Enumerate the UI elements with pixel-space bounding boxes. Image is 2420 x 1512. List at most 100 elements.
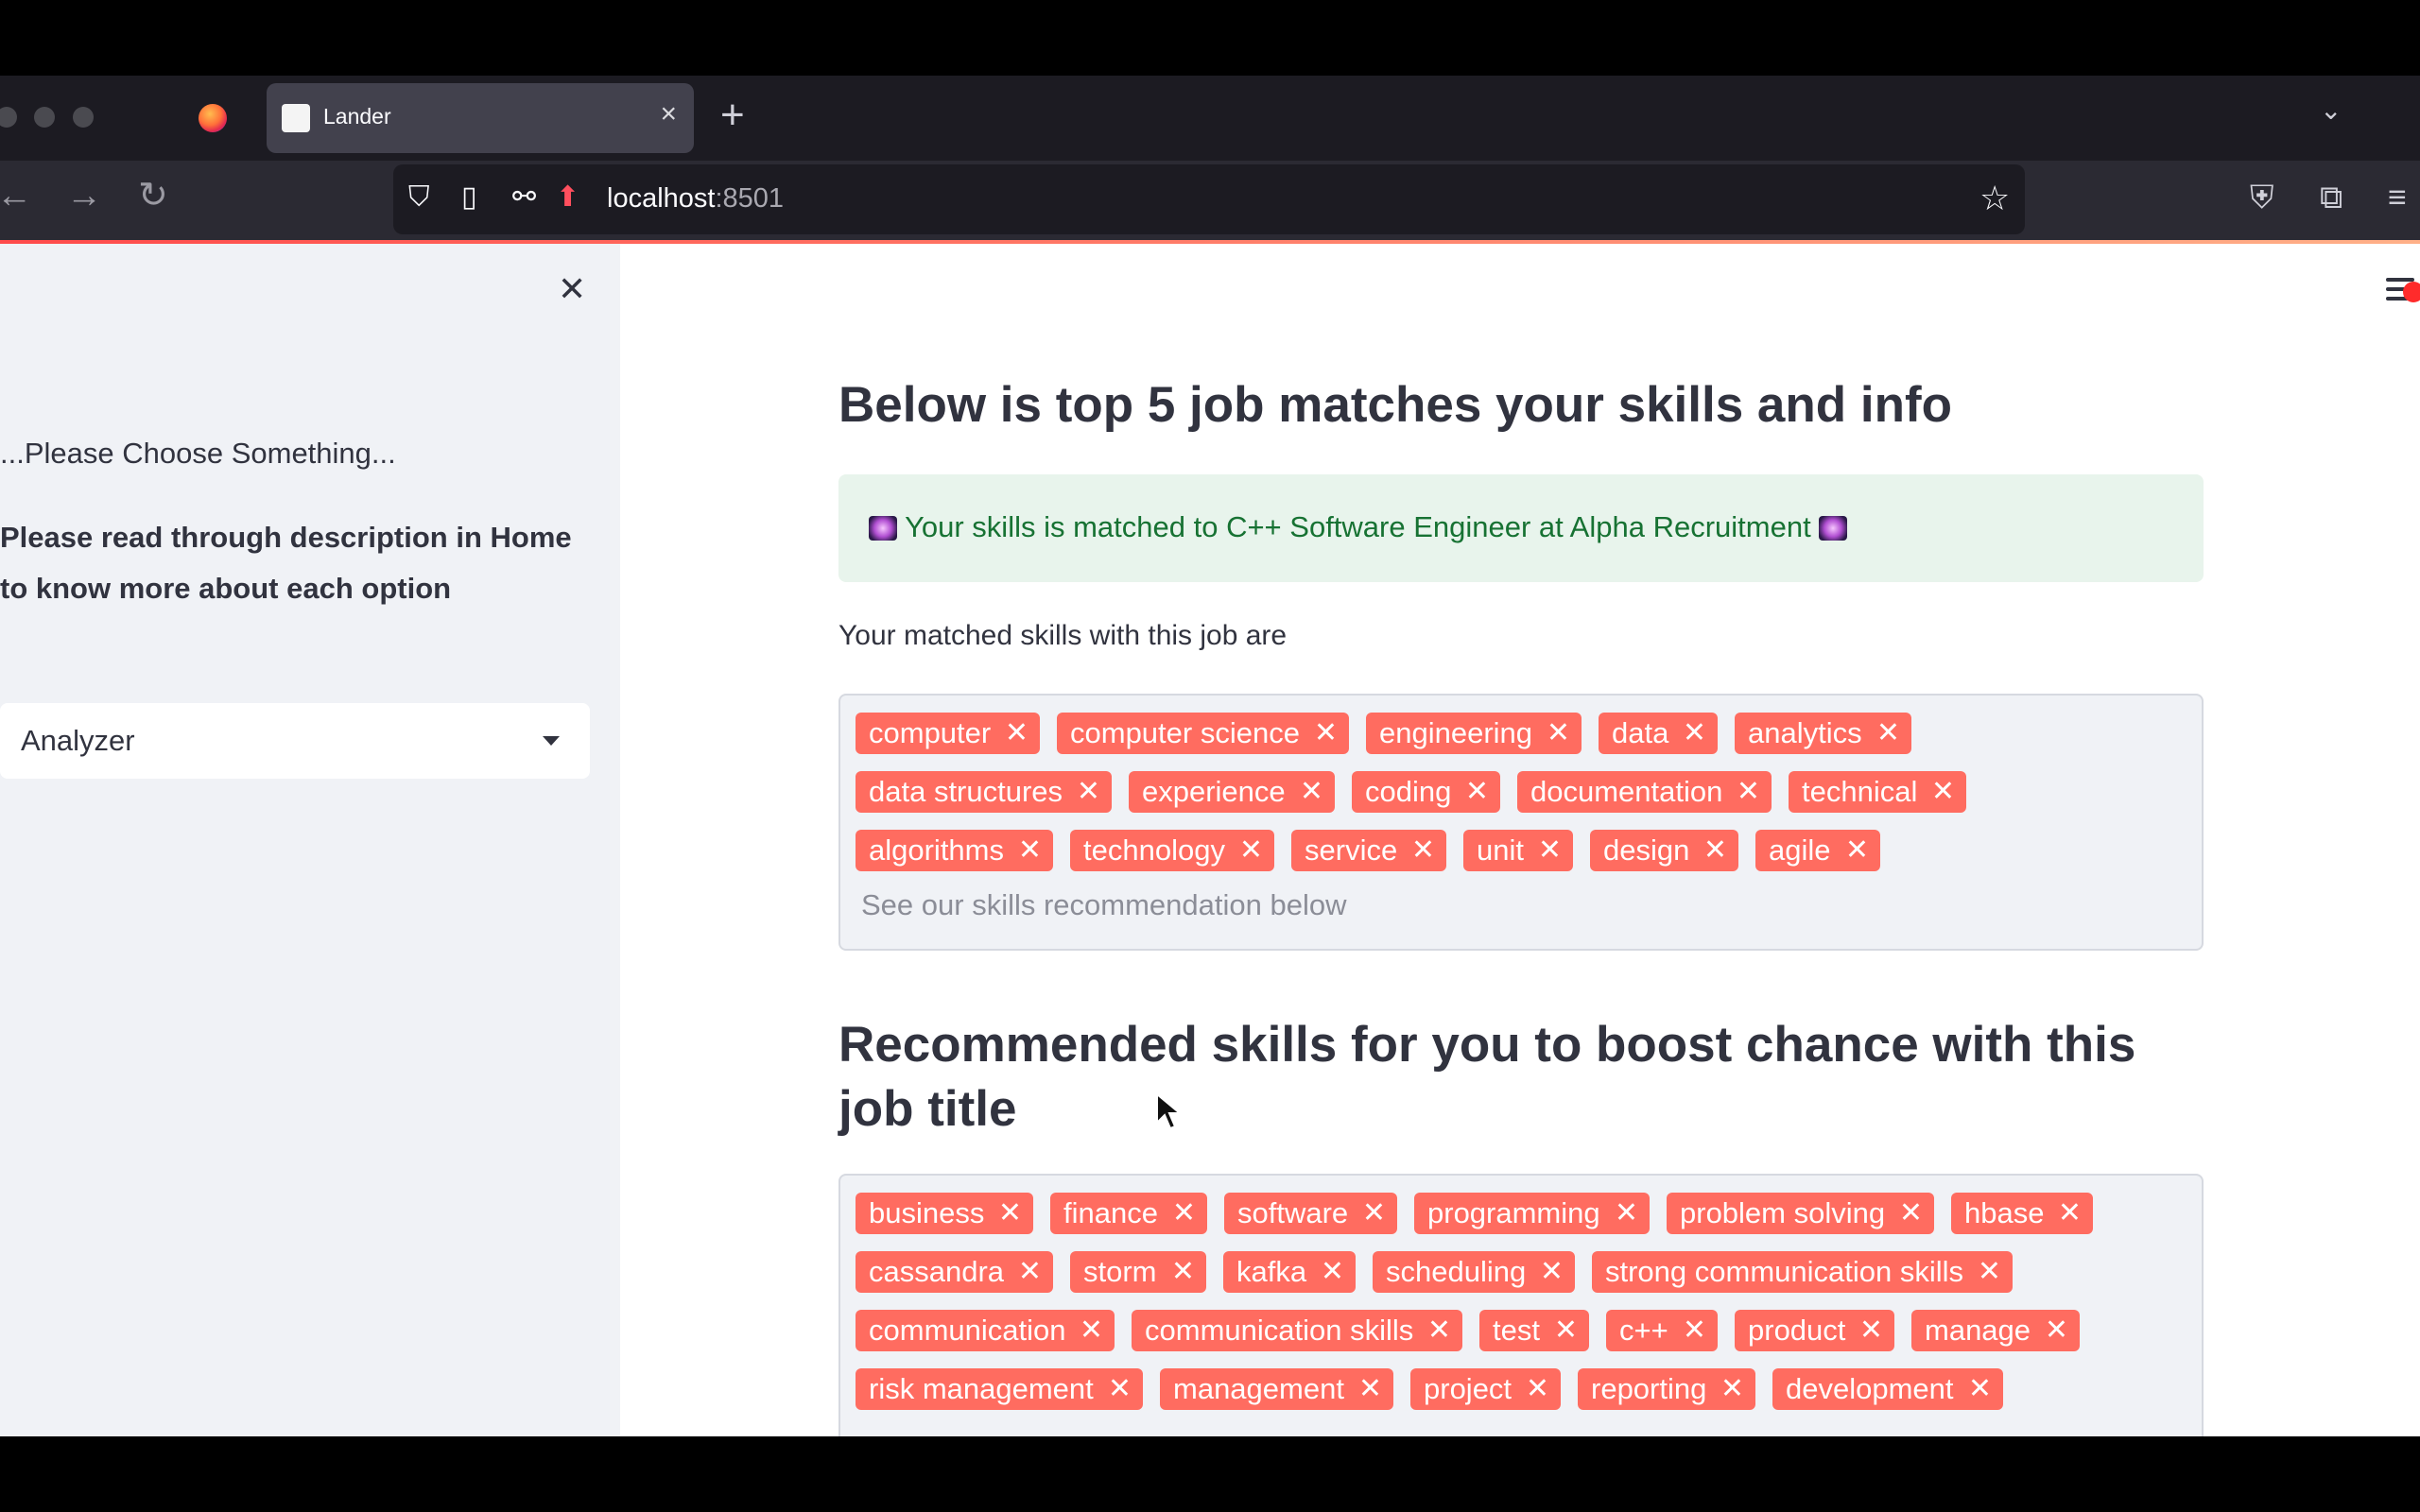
list-tabs-chevron-icon[interactable]: ⌄ <box>2320 94 2342 126</box>
new-tab-icon[interactable]: + <box>720 94 745 136</box>
skill-tag[interactable]: analytics ✕ <box>1735 713 1911 754</box>
skill-tag[interactable]: agile ✕ <box>1755 830 1880 871</box>
window-minimize-dot[interactable] <box>34 107 55 128</box>
remove-tag-icon[interactable]: ✕ <box>1321 1251 1344 1293</box>
remove-tag-icon[interactable]: ✕ <box>1720 1368 1744 1410</box>
skill-tag[interactable]: manage ✕ <box>1911 1310 2080 1351</box>
skill-tag[interactable]: algorithms ✕ <box>856 830 1053 871</box>
skill-tag[interactable]: technical ✕ <box>1789 771 1966 813</box>
tab-lander[interactable]: Lander × <box>267 83 694 153</box>
skill-tag[interactable]: storm ✕ <box>1070 1251 1206 1293</box>
firefox-view-icon[interactable] <box>199 104 227 132</box>
remove-tag-icon[interactable]: ✕ <box>1314 713 1338 754</box>
skill-tag[interactable]: communication skills ✕ <box>1132 1310 1462 1351</box>
page-select[interactable]: Analyzer <box>0 703 590 779</box>
remove-tag-icon[interactable]: ✕ <box>1978 1251 2001 1293</box>
back-icon[interactable]: ← <box>0 178 32 214</box>
skill-tag[interactable]: experience ✕ <box>1129 771 1335 813</box>
forward-icon[interactable]: → <box>66 178 102 214</box>
skill-tag[interactable]: finance ✕ <box>1050 1193 1207 1234</box>
skill-tag[interactable]: data ✕ <box>1599 713 1718 754</box>
remove-tag-icon[interactable]: ✕ <box>1737 771 1760 813</box>
extensions-icon[interactable]: ⧉ <box>2320 181 2342 214</box>
remove-tag-icon[interactable]: ✕ <box>1703 830 1727 871</box>
remove-tag-icon[interactable]: ✕ <box>1968 1368 1992 1410</box>
skill-tag[interactable]: business ✕ <box>856 1193 1033 1234</box>
skill-tag[interactable]: communication ✕ <box>856 1310 1115 1351</box>
remove-tag-icon[interactable]: ✕ <box>1171 1251 1195 1293</box>
remove-tag-icon[interactable]: ✕ <box>1411 830 1435 871</box>
skill-tag[interactable]: data structures ✕ <box>856 771 1112 813</box>
app-menu-icon[interactable]: ≡ <box>2388 181 2407 214</box>
remove-tag-icon[interactable]: ✕ <box>1931 771 1955 813</box>
skill-tag[interactable]: kafka ✕ <box>1223 1251 1356 1293</box>
skill-tag[interactable]: scheduling ✕ <box>1373 1251 1575 1293</box>
remove-tag-icon[interactable]: ✕ <box>1526 1368 1549 1410</box>
remove-tag-icon[interactable]: ✕ <box>1300 771 1323 813</box>
bookmark-star-icon[interactable]: ☆ <box>1979 181 2010 215</box>
skill-tag[interactable]: programming ✕ <box>1414 1193 1650 1234</box>
skill-tag[interactable]: coding ✕ <box>1352 771 1500 813</box>
remove-tag-icon[interactable]: ✕ <box>1547 713 1570 754</box>
multiselect-placeholder[interactable]: See our skills recommendation below <box>861 888 1346 922</box>
remove-tag-icon[interactable]: ✕ <box>1615 1193 1638 1234</box>
remove-tag-icon[interactable]: ✕ <box>1108 1368 1132 1410</box>
remove-tag-icon[interactable]: ✕ <box>1239 830 1263 871</box>
skill-tag[interactable]: risk management ✕ <box>856 1368 1143 1410</box>
remove-tag-icon[interactable]: ✕ <box>1018 830 1042 871</box>
permissions-icon[interactable]: ⚯ <box>512 183 536 212</box>
skill-tag[interactable]: development ✕ <box>1772 1368 2003 1410</box>
skill-tag[interactable]: strong communication skills ✕ <box>1592 1251 2013 1293</box>
skill-tag[interactable]: cassandra ✕ <box>856 1251 1053 1293</box>
skill-tag[interactable]: computer science ✕ <box>1057 713 1349 754</box>
remove-tag-icon[interactable]: ✕ <box>1465 771 1489 813</box>
remove-tag-icon[interactable]: ✕ <box>1080 1310 1103 1351</box>
page-info-icon[interactable]: ▯ <box>461 183 477 212</box>
remove-tag-icon[interactable]: ✕ <box>1358 1368 1382 1410</box>
tab-close-icon[interactable]: × <box>660 98 677 130</box>
skill-tag[interactable]: test ✕ <box>1479 1310 1589 1351</box>
skill-tag[interactable]: hbase ✕ <box>1951 1193 2093 1234</box>
remove-tag-icon[interactable]: ✕ <box>1005 713 1028 754</box>
skill-tag[interactable]: design ✕ <box>1590 830 1738 871</box>
pocket-icon[interactable]: ⛨ <box>2250 181 2274 214</box>
remove-tag-icon[interactable]: ✕ <box>1172 1193 1196 1234</box>
skill-tag[interactable]: reporting ✕ <box>1578 1368 1755 1410</box>
remove-tag-icon[interactable]: ✕ <box>998 1193 1022 1234</box>
address-bar[interactable]: ⛉ ▯ ⚯ ⬆ localhost:8501 <box>393 164 2025 234</box>
remove-tag-icon[interactable]: ✕ <box>1554 1310 1578 1351</box>
skill-tag[interactable]: c++ ✕ <box>1606 1310 1718 1351</box>
remove-tag-icon[interactable]: ✕ <box>1876 713 1900 754</box>
remove-tag-icon[interactable]: ✕ <box>1683 1310 1706 1351</box>
remove-tag-icon[interactable]: ✕ <box>1077 771 1100 813</box>
remove-tag-icon[interactable]: ✕ <box>1683 713 1706 754</box>
skill-tag[interactable]: product ✕ <box>1735 1310 1894 1351</box>
skill-tag[interactable]: problem solving ✕ <box>1667 1193 1934 1234</box>
skill-tag[interactable]: engineering ✕ <box>1366 713 1582 754</box>
skill-tag[interactable]: management ✕ <box>1160 1368 1393 1410</box>
tracking-protection-shield-icon[interactable]: ⛉ <box>408 183 430 212</box>
remove-tag-icon[interactable]: ✕ <box>1540 1251 1564 1293</box>
remove-tag-icon[interactable]: ✕ <box>1845 830 1869 871</box>
remove-tag-icon[interactable]: ✕ <box>1018 1251 1042 1293</box>
skill-tag[interactable]: project ✕ <box>1410 1368 1561 1410</box>
close-sidebar-icon[interactable]: ✕ <box>558 272 586 306</box>
reload-icon[interactable]: ↻ <box>138 178 168 214</box>
remove-tag-icon[interactable]: ✕ <box>2045 1310 2068 1351</box>
blocked-autoplay-icon[interactable]: ⬆ <box>556 183 579 212</box>
remove-tag-icon[interactable]: ✕ <box>1859 1310 1883 1351</box>
skill-tag[interactable]: service ✕ <box>1291 830 1446 871</box>
matched-skills-multiselect[interactable]: computer ✕ computer science ✕ engineering ✕ da… <box>838 694 2204 951</box>
remove-tag-icon[interactable]: ✕ <box>2058 1193 2082 1234</box>
skill-tag[interactable]: technology ✕ <box>1070 830 1274 871</box>
remove-tag-icon[interactable]: ✕ <box>1538 830 1562 871</box>
url-text[interactable]: localhost:8501 <box>607 183 784 215</box>
remove-tag-icon[interactable]: ✕ <box>1899 1193 1923 1234</box>
skill-tag[interactable]: software ✕ <box>1224 1193 1397 1234</box>
remove-tag-icon[interactable]: ✕ <box>1362 1193 1386 1234</box>
window-maximize-dot[interactable] <box>73 107 94 128</box>
skill-tag[interactable]: unit ✕ <box>1463 830 1573 871</box>
recommended-skills-multiselect[interactable]: business ✕ finance ✕ software ✕ programming ✕ pr… <box>838 1174 2204 1436</box>
skill-tag[interactable]: computer ✕ <box>856 713 1040 754</box>
remove-tag-icon[interactable]: ✕ <box>1427 1310 1451 1351</box>
